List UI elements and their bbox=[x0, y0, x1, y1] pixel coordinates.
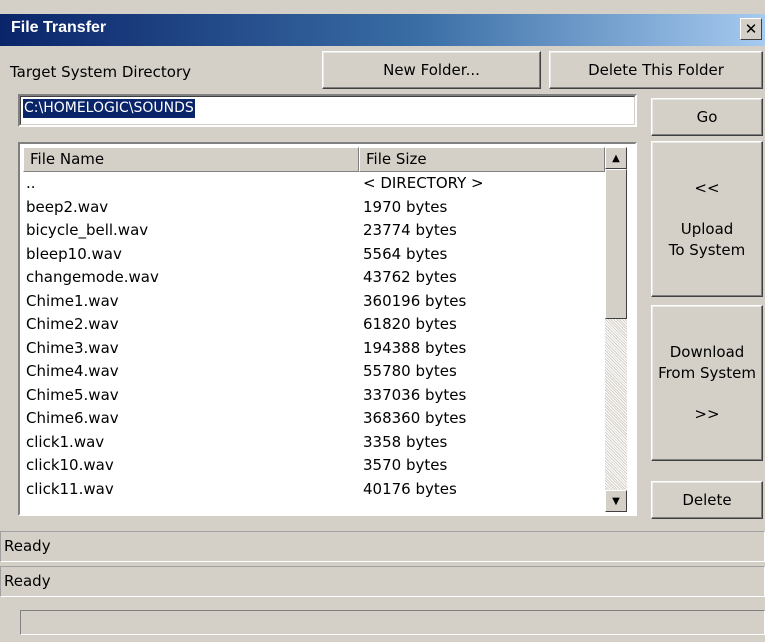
file-row[interactable]: Chime5.wav 337036 bytes bbox=[23, 384, 605, 408]
directory-path-input[interactable]: C:\HOMELOGIC\SOUNDS bbox=[18, 94, 637, 127]
upload-to-system-button[interactable]: << Upload To System bbox=[651, 141, 763, 297]
target-directory-label: Target System Directory bbox=[10, 63, 192, 81]
file-name-cell: beep2.wav bbox=[26, 197, 109, 216]
file-size-cell: 360196 bytes bbox=[363, 291, 467, 310]
file-name-cell: Chime3.wav bbox=[26, 338, 119, 357]
file-row[interactable]: beep2.wav 1970 bytes bbox=[23, 196, 605, 220]
file-name-cell: Chime4.wav bbox=[26, 362, 119, 380]
download-label-line1: Download bbox=[669, 342, 745, 361]
file-row[interactable]: Chime2.wav 61820 bytes bbox=[23, 313, 605, 337]
progress-bar bbox=[20, 610, 765, 635]
file-size-cell: 1970 bytes bbox=[363, 197, 448, 216]
file-name-cell: changemode.wav bbox=[26, 268, 159, 286]
file-row[interactable]: click1.wav 3358 bytes bbox=[23, 431, 605, 455]
close-button[interactable]: ✕ bbox=[740, 18, 762, 40]
upload-arrows: << bbox=[694, 178, 720, 197]
file-name-cell: bleep10.wav bbox=[26, 244, 122, 263]
file-row[interactable]: Chime6.wav 368360 bytes bbox=[23, 407, 605, 431]
file-size-cell: 43762 bytes bbox=[363, 268, 457, 286]
file-name-cell: click10.wav bbox=[26, 456, 114, 474]
directory-path-value: C:\HOMELOGIC\SOUNDS bbox=[23, 99, 195, 118]
file-row[interactable]: Chime4.wav 55780 bytes bbox=[23, 360, 605, 384]
file-size-cell: < DIRECTORY > bbox=[363, 174, 484, 192]
column-header-file-size[interactable]: File Size bbox=[359, 147, 605, 172]
download-label-line2: From System bbox=[658, 363, 756, 382]
download-from-system-button[interactable]: Download From System >> bbox=[651, 305, 763, 461]
file-row[interactable]: .. < DIRECTORY > bbox=[23, 172, 605, 196]
file-list[interactable]: File Name File Size .. < DIRECTORY > beep2… bbox=[18, 142, 637, 516]
file-row[interactable]: Chime1.wav 360196 bytes bbox=[23, 290, 605, 314]
file-name-cell: Chime6.wav bbox=[26, 409, 119, 427]
scroll-down-icon: ▼ bbox=[612, 495, 620, 507]
upload-label-line2: To System bbox=[668, 240, 746, 259]
file-rows: .. < DIRECTORY > beep2.wav 1970 bytes bicycl… bbox=[23, 172, 605, 512]
file-name-cell: Chime1.wav bbox=[26, 291, 119, 310]
file-name-cell: bicycle_bell.wav bbox=[26, 221, 149, 239]
close-icon: ✕ bbox=[744, 20, 758, 38]
file-size-cell: 368360 bytes bbox=[363, 409, 467, 427]
download-arrows: >> bbox=[694, 404, 720, 423]
title-bar: File Transfer ✕ bbox=[0, 14, 765, 46]
file-name-cell: click1.wav bbox=[26, 432, 105, 451]
file-row[interactable]: Chime3.wav 194388 bytes bbox=[23, 337, 605, 361]
delete-button[interactable]: Delete bbox=[651, 481, 763, 519]
file-name-cell: click11.wav bbox=[26, 479, 114, 498]
vertical-scrollbar[interactable]: ▲ ▼ bbox=[605, 147, 627, 512]
scroll-up-button[interactable]: ▲ bbox=[605, 147, 627, 169]
file-size-cell: 3570 bytes bbox=[363, 456, 448, 474]
column-header-file-name[interactable]: File Name bbox=[23, 147, 359, 172]
status-line-2: Ready bbox=[0, 566, 765, 597]
scroll-up-icon: ▲ bbox=[612, 152, 620, 164]
file-size-cell: 40176 bytes bbox=[363, 479, 457, 498]
file-size-cell: 337036 bytes bbox=[363, 385, 467, 404]
upload-label-line1: Upload bbox=[680, 219, 734, 238]
window-title: File Transfer bbox=[11, 19, 107, 36]
file-name-cell: Chime2.wav bbox=[26, 315, 119, 333]
file-name-cell: .. bbox=[26, 174, 36, 192]
file-size-cell: 23774 bytes bbox=[363, 221, 457, 239]
delete-folder-button[interactable]: Delete This Folder bbox=[549, 51, 763, 89]
file-size-cell: 55780 bytes bbox=[363, 362, 457, 380]
new-folder-button[interactable]: New Folder... bbox=[322, 51, 541, 89]
scroll-down-button[interactable]: ▼ bbox=[605, 490, 627, 512]
file-size-cell: 61820 bytes bbox=[363, 315, 457, 333]
scroll-thumb[interactable] bbox=[605, 169, 627, 319]
file-row[interactable]: bleep10.wav 5564 bytes bbox=[23, 243, 605, 267]
file-size-cell: 5564 bytes bbox=[363, 244, 448, 263]
status-line-1: Ready bbox=[0, 531, 765, 562]
file-name-cell: Chime5.wav bbox=[26, 385, 119, 404]
file-size-cell: 3358 bytes bbox=[363, 432, 448, 451]
go-button[interactable]: Go bbox=[651, 98, 763, 136]
file-row[interactable]: bicycle_bell.wav 23774 bytes bbox=[23, 219, 605, 243]
list-header: File Name File Size bbox=[23, 147, 605, 172]
file-row[interactable]: click11.wav 40176 bytes bbox=[23, 478, 605, 502]
file-row[interactable]: click10.wav 3570 bytes bbox=[23, 454, 605, 478]
file-size-cell: 194388 bytes bbox=[363, 338, 467, 357]
file-row[interactable]: changemode.wav 43762 bytes bbox=[23, 266, 605, 290]
